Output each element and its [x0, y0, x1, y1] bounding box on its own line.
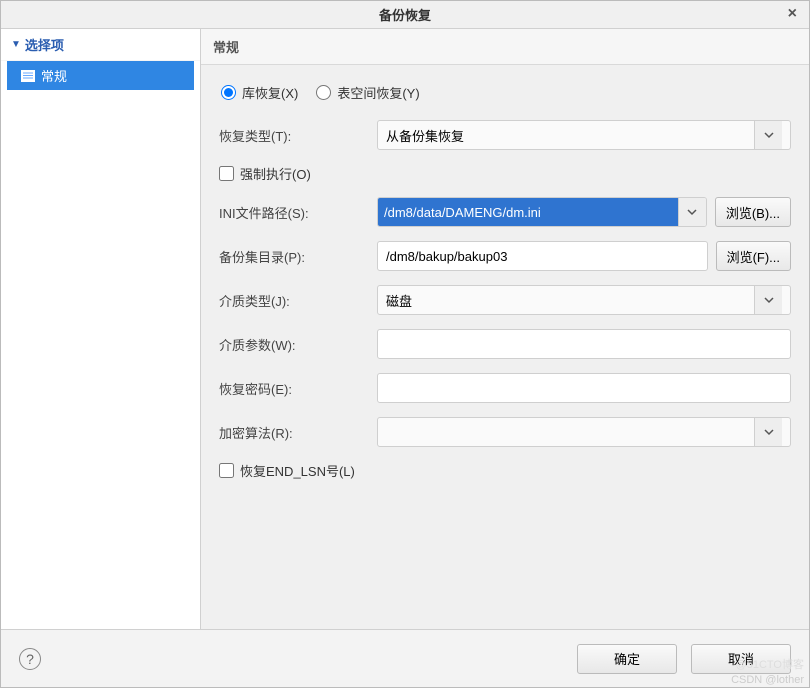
ini-path-combo[interactable]: [377, 197, 707, 227]
sidebar-item-general[interactable]: 常规: [7, 61, 194, 90]
content-panel: 常规 库恢复(X) 表空间恢复(Y) 恢复类型(T):: [201, 29, 809, 629]
media-params-row: 介质参数(W):: [219, 329, 791, 359]
media-type-label: 介质类型(J):: [219, 291, 369, 310]
backup-dir-label: 备份集目录(P):: [219, 247, 369, 266]
dialog-title: 备份恢复: [379, 5, 431, 24]
backup-dir-row: 备份集目录(P): 浏览(F)...: [219, 241, 791, 271]
force-execute-label: 强制执行(O): [240, 164, 311, 183]
chevron-down-icon[interactable]: [754, 121, 782, 149]
dialog-body: ▼ 选择项 常规 常规 库恢复(X): [1, 29, 809, 629]
media-type-value[interactable]: [386, 286, 754, 314]
titlebar: 备份恢复 ×: [1, 1, 809, 29]
encrypt-algo-row: 加密算法(R):: [219, 417, 791, 447]
encrypt-algo-select[interactable]: [377, 417, 791, 447]
collapse-icon: ▼: [11, 39, 21, 50]
restore-type-row: 恢复类型(T):: [219, 120, 791, 150]
end-lsn-label: 恢复END_LSN号(L): [240, 461, 355, 480]
radio-db-restore-label: 库恢复(X): [242, 83, 298, 102]
cancel-button[interactable]: 取消: [691, 644, 791, 674]
end-lsn-row: 恢复END_LSN号(L): [219, 461, 791, 480]
restore-type-value[interactable]: [386, 121, 754, 149]
page-icon: [21, 70, 35, 82]
help-icon[interactable]: ?: [19, 648, 41, 670]
restore-type-select[interactable]: [377, 120, 791, 150]
restore-type-label: 恢复类型(T):: [219, 126, 369, 145]
force-execute-input[interactable]: [219, 166, 234, 181]
backup-dir-input[interactable]: [377, 241, 708, 271]
ok-button[interactable]: 确定: [577, 644, 677, 674]
close-icon[interactable]: ×: [784, 5, 801, 23]
sidebar-header[interactable]: ▼ 选择项: [1, 29, 200, 61]
restore-mode-row: 库恢复(X) 表空间恢复(Y): [219, 83, 791, 102]
radio-db-restore[interactable]: 库恢复(X): [221, 83, 298, 102]
end-lsn-input[interactable]: [219, 463, 234, 478]
radio-db-restore-input[interactable]: [221, 85, 236, 100]
encrypt-algo-value[interactable]: [386, 418, 754, 446]
ini-path-row: INI文件路径(S): 浏览(B)...: [219, 197, 791, 227]
restore-password-row: 恢复密码(E):: [219, 373, 791, 403]
backup-dir-browse-button[interactable]: 浏览(F)...: [716, 241, 791, 271]
end-lsn-checkbox[interactable]: 恢复END_LSN号(L): [219, 461, 355, 480]
restore-dialog: 备份恢复 × ▼ 选择项 常规 常规 库恢复(X): [0, 0, 810, 688]
radio-tablespace-restore-input[interactable]: [316, 85, 331, 100]
encrypt-algo-label: 加密算法(R):: [219, 423, 369, 442]
media-params-label: 介质参数(W):: [219, 335, 369, 354]
media-type-select[interactable]: [377, 285, 791, 315]
ini-path-label: INI文件路径(S):: [219, 203, 369, 222]
footer-actions: 确定 取消: [577, 644, 791, 674]
radio-tablespace-restore-label: 表空间恢复(Y): [337, 83, 419, 102]
chevron-down-icon[interactable]: [754, 286, 782, 314]
footer: ? 确定 取消: [1, 629, 809, 687]
ini-path-input[interactable]: [378, 198, 678, 226]
chevron-down-icon[interactable]: [754, 418, 782, 446]
sidebar-item-label: 常规: [41, 66, 67, 85]
force-execute-row: 强制执行(O): [219, 164, 791, 183]
media-params-input[interactable]: [377, 329, 791, 359]
chevron-down-icon[interactable]: [678, 198, 706, 226]
restore-password-input[interactable]: [377, 373, 791, 403]
ini-path-browse-button[interactable]: 浏览(B)...: [715, 197, 791, 227]
media-type-row: 介质类型(J):: [219, 285, 791, 315]
force-execute-checkbox[interactable]: 强制执行(O): [219, 164, 311, 183]
sidebar: ▼ 选择项 常规: [1, 29, 201, 629]
sidebar-header-label: 选择项: [25, 35, 64, 54]
radio-tablespace-restore[interactable]: 表空间恢复(Y): [316, 83, 419, 102]
form: 库恢复(X) 表空间恢复(Y) 恢复类型(T):: [201, 65, 809, 629]
content-header: 常规: [201, 29, 809, 65]
restore-password-label: 恢复密码(E):: [219, 379, 369, 398]
